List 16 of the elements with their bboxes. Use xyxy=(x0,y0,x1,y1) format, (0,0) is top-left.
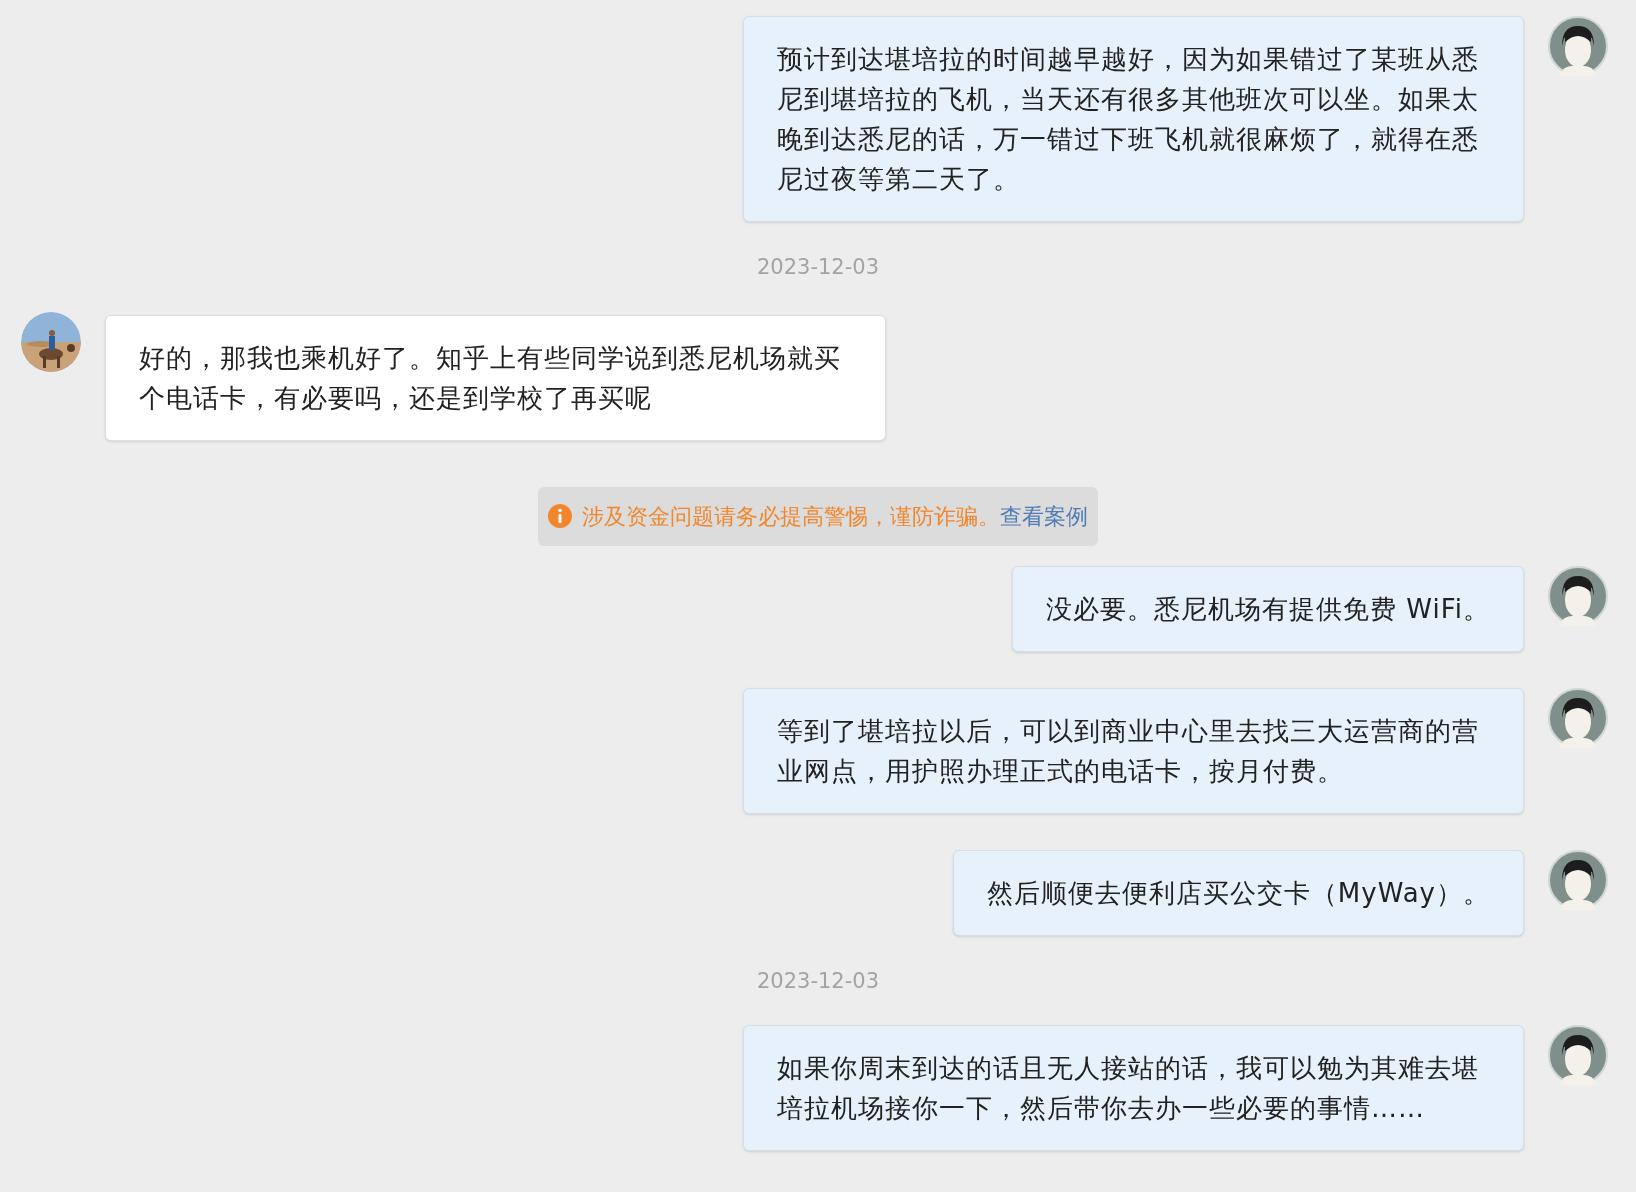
date-label: 2023-12-03 xyxy=(756,254,879,281)
message-bubble: 如果你周末到达的话且无人接站的话，我可以勉为其难去堪培拉机场接你一下，然后带你去办一些必要的事情…… xyxy=(743,1025,1524,1151)
message-bubble: 然后顺便去便利店买公交卡（MyWay）。 xyxy=(952,849,1524,936)
message-bubble: 好的，那我也乘机好了。知乎上有些同学说到悉尼机场就买个电话卡，有必要吗，还是到学校了再买呢 xyxy=(105,314,886,441)
avatar-icon[interactable] xyxy=(1548,849,1608,910)
message-bubble: 没必要。悉尼机场有提供免费 WiFi。 xyxy=(1012,565,1524,652)
avatar-icon[interactable] xyxy=(1548,565,1608,626)
avatar-icon[interactable] xyxy=(1548,687,1608,748)
avatar-icon[interactable] xyxy=(1548,16,1608,76)
date-label: 2023-12-03 xyxy=(756,967,879,995)
message-bubble: 等到了堪培拉以后，可以到商业中心里去找三大运营商的营业网点，用护照办理正式的电话卡，按月付费。 xyxy=(743,687,1524,814)
info-icon xyxy=(548,504,572,528)
avatar-icon[interactable] xyxy=(1548,1025,1608,1085)
warning-text: 涉及资金问题请务必提高警惕，谨防诈骗。 xyxy=(582,502,1000,531)
view-cases-link[interactable]: 查看案例 xyxy=(1000,499,1088,533)
message-bubble: 预计到达堪培拉的时间越早越好，因为如果错过了某班从悉尼到堪培拉的飞机，当天还有很多其他班次可以坐。如果太晚到达悉尼的话，万一错过下班飞机就很麻烦了，就得在悉尼过夜等第二天了。 xyxy=(743,16,1524,222)
